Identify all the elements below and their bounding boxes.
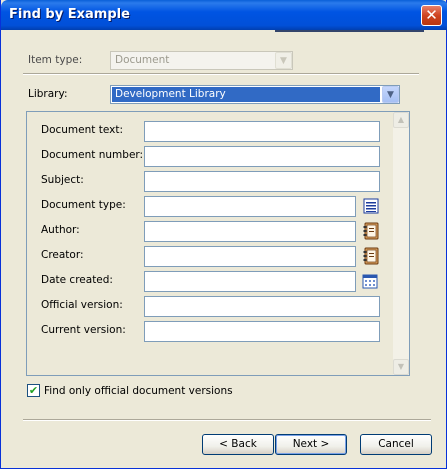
checkmark-icon: ✔: [28, 384, 39, 397]
document-type-label: Document type:: [41, 199, 126, 211]
library-value: Development Library: [115, 88, 226, 100]
close-icon: ✕: [425, 6, 438, 24]
next-button[interactable]: Next >: [275, 434, 347, 455]
subject-label: Subject:: [41, 174, 84, 186]
chevron-down-icon: ▼: [275, 52, 292, 69]
list-picker-icon[interactable]: [362, 197, 380, 215]
address-book-icon[interactable]: [362, 222, 380, 240]
cancel-button[interactable]: Cancel: [360, 434, 432, 455]
back-button[interactable]: < Back: [202, 434, 274, 455]
date-created-input[interactable]: [144, 271, 356, 292]
find-by-example-dialog: Find by Example ✕ Item type: Document ▼ …: [0, 0, 447, 469]
official-version-input[interactable]: [144, 296, 380, 317]
official-version-label: Official version:: [41, 299, 123, 311]
chevron-down-icon[interactable]: ▼: [382, 86, 399, 103]
current-version-input[interactable]: [144, 321, 380, 342]
scroll-down-icon[interactable]: ▼: [393, 359, 409, 375]
creator-input[interactable]: [144, 246, 356, 267]
current-version-label: Current version:: [41, 324, 126, 336]
creator-label: Creator:: [41, 249, 84, 261]
library-select[interactable]: Development Library ▼: [110, 85, 400, 104]
find-official-label[interactable]: Find only official document versions: [44, 385, 233, 397]
document-number-input[interactable]: [144, 146, 380, 167]
document-type-input[interactable]: [144, 196, 356, 217]
author-label: Author:: [41, 224, 80, 236]
document-text-label: Document text:: [41, 124, 123, 136]
document-number-label: Document number:: [41, 149, 144, 161]
vertical-scrollbar[interactable]: ▲ ▼: [393, 112, 409, 375]
subject-input[interactable]: [144, 171, 380, 192]
library-label: Library:: [28, 88, 68, 100]
window-title: Find by Example: [9, 7, 130, 22]
calendar-icon[interactable]: [362, 273, 380, 291]
find-official-checkbox[interactable]: ✔: [27, 384, 40, 397]
date-created-label: Date created:: [41, 274, 113, 286]
item-type-value: Document: [115, 54, 170, 66]
scroll-up-icon[interactable]: ▲: [393, 112, 409, 128]
document-text-input[interactable]: [144, 121, 380, 142]
title-bar[interactable]: Find by Example ✕: [1, 0, 447, 30]
item-type-label: Item type:: [28, 54, 83, 66]
author-input[interactable]: [144, 221, 356, 242]
title-divider: [275, 30, 424, 32]
close-button[interactable]: ✕: [421, 5, 442, 26]
address-book-icon[interactable]: [362, 247, 380, 265]
divider: [23, 419, 431, 421]
divider: [23, 73, 419, 75]
library-selection: Development Library: [112, 87, 380, 102]
item-type-select: Document ▼: [110, 51, 293, 70]
